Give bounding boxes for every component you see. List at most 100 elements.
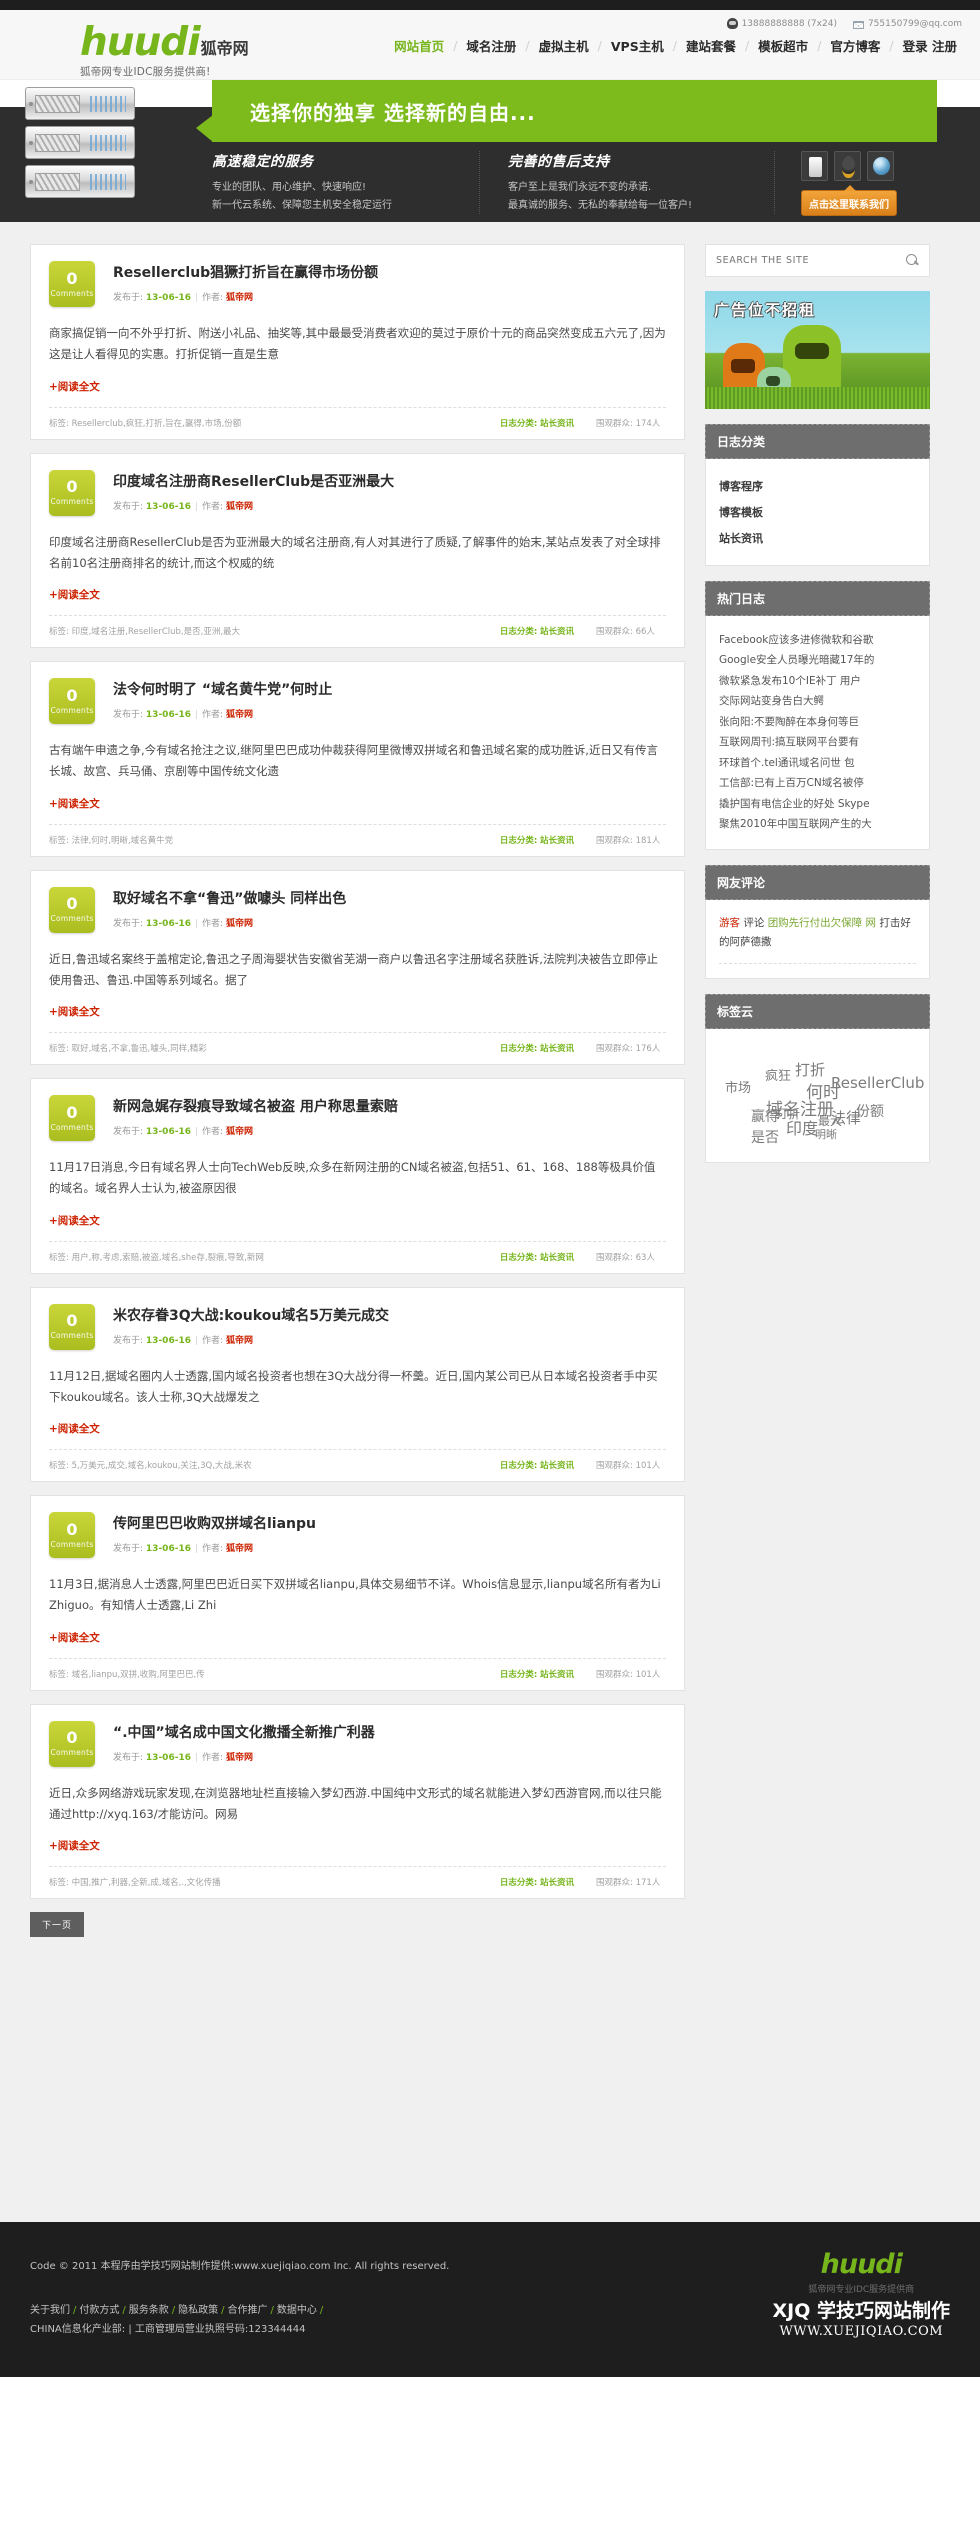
hot-post-item[interactable]: 微软紧急发布10个IE补丁 用户 [719, 671, 916, 691]
widget-tagcloud: 标签云 市场 疯狂 打折 ResellerClub 何时 域名注册 赢得 打折 法律 份额 最大 印度… [705, 994, 930, 1164]
category-item[interactable]: 博客模板 [719, 499, 916, 525]
search-icon[interactable] [906, 254, 919, 267]
footer-link-1[interactable]: 付款方式 [79, 2305, 119, 2316]
comment-count-badge[interactable]: 0 Comments [49, 1720, 95, 1767]
nav-item-2[interactable]: 虚拟主机 [530, 36, 598, 55]
tag-cloud-item[interactable]: ResellerClub [831, 1074, 924, 1092]
tag-cloud-item[interactable]: 印度 [786, 1115, 818, 1139]
search-box[interactable] [705, 244, 930, 277]
category-list: 博客程序 博客模板 站长资讯 [719, 473, 916, 551]
footer-link-5[interactable]: 数据中心 [277, 2305, 317, 2316]
comment-count-badge[interactable]: 0 Comments [49, 469, 95, 516]
comment-count-badge[interactable]: 0 Comments [49, 1095, 95, 1142]
post-category: 日志分类: 站长资讯 [499, 418, 574, 429]
widget-categories-title: 日志分类 [705, 424, 930, 459]
post-title[interactable]: 法令何时明了 “域名黄牛党”何时止 [113, 681, 332, 699]
qq-penguin-icon[interactable] [834, 151, 861, 181]
ad-banner[interactable]: 广告位不招租 [705, 291, 930, 409]
globe-icon[interactable] [867, 151, 894, 181]
post-author[interactable]: 狐帝网 [226, 293, 253, 303]
tag-cloud-item[interactable]: 市场 [725, 1077, 751, 1096]
next-page-button[interactable]: 下一页 [30, 1912, 85, 1938]
post-readmore-link[interactable]: +阅读全文 [49, 1213, 666, 1228]
hot-post-item[interactable]: 交际网站变身告白大鳄 [719, 691, 916, 711]
hot-post-item[interactable]: Facebook应该多进修微软和谷歌 [719, 630, 916, 650]
wangwang-icon[interactable] [801, 151, 828, 181]
footer-link-4[interactable]: 合作推广 [228, 2305, 268, 2316]
post-posted-prefix: 发布于: [113, 1127, 144, 1138]
post-posted-prefix: 发布于: [113, 293, 144, 304]
post-category: 日志分类: 站长资讯 [499, 1044, 574, 1055]
comment-item[interactable]: 游客 评论 团购先行付出欠保障 网 打击好的阿萨德撒 [719, 914, 916, 952]
hot-post-item[interactable]: 撬护国有电信企业的好处 Skype [719, 794, 916, 814]
nav-item-6[interactable]: 官方博客 [821, 36, 889, 55]
tag-cloud-item[interactable]: 是否 [751, 1127, 779, 1147]
post-author[interactable]: 狐帝网 [226, 1127, 253, 1137]
post-readmore-link[interactable]: +阅读全文 [49, 796, 666, 811]
hot-post-item[interactable]: 聚焦2010年中国互联网产生的大 [719, 814, 916, 834]
contact-email[interactable]: 755150799@qq.com [852, 19, 962, 29]
post-posted-prefix: 发布于: [113, 1752, 144, 1763]
post-readmore-link[interactable]: +阅读全文 [49, 1630, 666, 1645]
post-readmore-link[interactable]: +阅读全文 [49, 1421, 666, 1436]
post-title[interactable]: 新网急娓存裂痕导致域名被盗 用户称思量索赔 [113, 1098, 398, 1116]
post-tags: 标签: 域名,lianpu,双拼,收购,阿里巴巴,传 [49, 1669, 205, 1680]
search-input[interactable] [716, 255, 900, 266]
post-title[interactable]: Resellerclub猖獗打折旨在赢得市场份额 [113, 264, 378, 282]
hot-post-item[interactable]: 张向阳:不要陶醉在本身何等巨 [719, 712, 916, 732]
post-title[interactable]: 传阿里巴巴收购双拼域名lianpu [113, 1515, 316, 1533]
hot-post-item[interactable]: 互联网周刊:搞互联网平台要有 [719, 732, 916, 752]
nav-item-4[interactable]: 建站套餐 [677, 36, 745, 55]
tag-cloud-item[interactable]: 疯狂 [765, 1065, 791, 1084]
hot-post-item[interactable]: Google安全人员曝光暗藏17年的 [719, 650, 916, 670]
post-date: 13-06-16 [145, 1544, 191, 1555]
hero-contact-block: 点击这里联系我们 [775, 151, 897, 216]
nav-item-3[interactable]: VPS主机 [602, 36, 673, 55]
post-excerpt: 近日,众多网络游戏玩家发现,在浏览器地址栏直接输入梦幻西游.中国纯中文形式的域名… [49, 1785, 662, 1821]
post-author[interactable]: 狐帝网 [226, 919, 253, 929]
header-contact-bar: 13888888888 (7x24) 755150799@qq.com [726, 18, 962, 29]
tag-cloud-item[interactable]: 份额 [856, 1101, 884, 1121]
tag-cloud-item[interactable]: 明晰 [815, 1126, 837, 1142]
post-category: 日志分类: 站长资讯 [499, 1669, 574, 1680]
post-views: 围观群众: 181人 [596, 835, 661, 846]
hot-post-item[interactable]: 环球首个.tel通讯域名问世 包 [719, 753, 916, 773]
post-author[interactable]: 狐帝网 [226, 1336, 253, 1346]
logo-tagline: 狐帝网专业IDC服务提供商! [80, 66, 211, 79]
comment-count-label: Comments [50, 1748, 94, 1758]
post-date: 13-06-16 [145, 293, 191, 304]
post-title[interactable]: 印度域名注册商ResellerClub是否亚洲最大 [113, 473, 394, 491]
category-item[interactable]: 站长资讯 [719, 525, 916, 551]
post-date: 13-06-16 [145, 1335, 191, 1346]
footer-link-3[interactable]: 隐私政策 [178, 2305, 218, 2316]
post-readmore-link[interactable]: +阅读全文 [49, 587, 666, 602]
comment-count-badge[interactable]: 0 Comments [49, 261, 95, 307]
comment-count-badge[interactable]: 0 Comments [49, 1512, 95, 1559]
nav-item-0[interactable]: 网站首页 [385, 36, 453, 55]
nav-item-1[interactable]: 域名注册 [457, 36, 525, 55]
post-title[interactable]: 取好域名不拿“鲁迅”做噱头 同样出色 [113, 890, 346, 908]
post-author[interactable]: 狐帝网 [226, 1544, 253, 1554]
footer-link-2[interactable]: 服务条款 [129, 2305, 169, 2316]
widget-hot-posts-title: 热门日志 [705, 581, 930, 616]
tag-cloud-item[interactable]: 打折 [795, 1059, 825, 1080]
comment-count-badge[interactable]: 0 Comments [49, 886, 95, 933]
contact-us-button[interactable]: 点击这里联系我们 [801, 185, 897, 216]
comment-count-badge[interactable]: 0 Comments [49, 1303, 95, 1350]
site-logo[interactable]: huudi 狐帝网 狐帝网专业IDC服务提供商! [80, 23, 249, 79]
post-title[interactable]: 米农存眷3Q大战:koukou域名5万美元成交 [113, 1307, 389, 1325]
post-author[interactable]: 狐帝网 [226, 502, 253, 512]
post-readmore-link[interactable]: +阅读全文 [49, 1004, 666, 1019]
post-readmore-link[interactable]: +阅读全文 [49, 1838, 666, 1853]
tag-cloud-item[interactable]: 赢得 [751, 1106, 779, 1126]
post-title[interactable]: “.中国”域名成中国文化撒播全新推广利器 [113, 1724, 375, 1742]
category-item[interactable]: 博客程序 [719, 473, 916, 499]
post-author[interactable]: 狐帝网 [226, 710, 253, 720]
hot-post-item[interactable]: 工信部:已有上百万CN域名被停 [719, 773, 916, 793]
post-author[interactable]: 狐帝网 [226, 1753, 253, 1763]
post-readmore-link[interactable]: +阅读全文 [49, 379, 666, 394]
comment-count-badge[interactable]: 0 Comments [49, 678, 95, 725]
nav-item-7[interactable]: 登录 注册 [894, 36, 966, 55]
footer-link-0[interactable]: 关于我们 [30, 2305, 70, 2316]
nav-item-5[interactable]: 模板超市 [749, 36, 817, 55]
